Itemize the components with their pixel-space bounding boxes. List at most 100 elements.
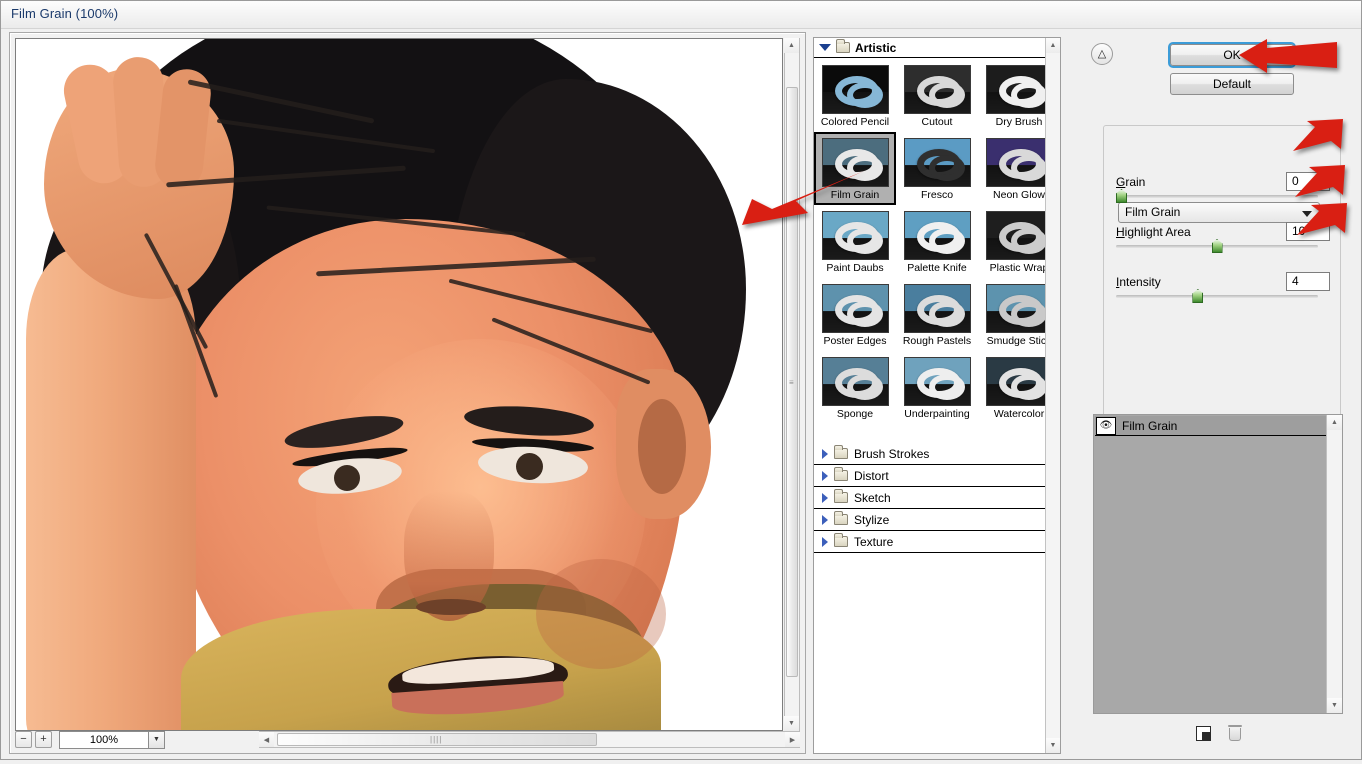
- collapse-panel-button[interactable]: △: [1091, 43, 1113, 65]
- category-label: Distort: [854, 469, 889, 483]
- gallery-vertical-scrollbar[interactable]: ▲ ▼: [1045, 38, 1060, 753]
- zoom-in-button[interactable]: +: [35, 731, 52, 748]
- param-slider-knob[interactable]: [1116, 189, 1127, 203]
- folder-open-icon: [836, 42, 850, 53]
- preview-image[interactable]: [15, 38, 783, 731]
- trash-icon[interactable]: [1229, 728, 1241, 741]
- filter-thumb-label: Poster Edges: [823, 336, 886, 347]
- zoom-controls: − + 100% ▼: [15, 730, 255, 749]
- filter-thumbnail-grid: Colored PencilCutoutDry BrushFilm GrainF…: [814, 59, 1060, 443]
- preview-horizontal-scrollbar[interactable]: ◀ |||| ▶: [259, 731, 800, 748]
- folder-icon: [834, 448, 848, 459]
- category-label: Sketch: [854, 491, 891, 505]
- category-header-artistic[interactable]: Artistic: [814, 38, 1060, 58]
- param-slider-track[interactable]: [1116, 295, 1318, 298]
- filter-thumb-label: Paint Daubs: [826, 263, 883, 274]
- annotation-arrow-intensity: [1297, 203, 1362, 251]
- filter-thumb-palette-knife[interactable]: Palette Knife: [896, 205, 978, 278]
- preview-hscroll-thumb[interactable]: ||||: [277, 733, 597, 746]
- chevron-right-icon[interactable]: [822, 493, 828, 503]
- filter-thumb-fresco[interactable]: Fresco: [896, 132, 978, 205]
- chevron-right-icon[interactable]: [822, 449, 828, 459]
- scroll-right-arrow-icon[interactable]: ▶: [785, 732, 800, 747]
- category-label: Brush Strokes: [854, 447, 929, 461]
- filter-thumb-image: [904, 357, 971, 406]
- filter-thumb-label: Rough Pastels: [903, 336, 971, 347]
- filter-gallery-panel: Artistic Colored PencilCutoutDry BrushFi…: [813, 37, 1061, 754]
- filter-thumb-image: [986, 65, 1053, 114]
- chevron-right-icon[interactable]: [822, 515, 828, 525]
- filter-thumb-sponge[interactable]: Sponge: [814, 351, 896, 424]
- category-row-distort[interactable]: Distort: [814, 465, 1060, 487]
- effect-layer-label: Film Grain: [1122, 419, 1177, 433]
- scroll-up-arrow-icon[interactable]: ▲: [784, 38, 799, 53]
- scroll-left-arrow-icon[interactable]: ◀: [259, 732, 274, 747]
- chevron-right-icon[interactable]: [822, 537, 828, 547]
- filter-thumb-image: [904, 211, 971, 260]
- filter-thumb-label: Palette Knife: [907, 263, 967, 274]
- title-bar: Film Grain (100%): [1, 1, 1361, 29]
- filter-thumb-image: [986, 284, 1053, 333]
- selected-filter-label: Film Grain: [1125, 205, 1180, 219]
- param-slider-knob[interactable]: [1212, 239, 1223, 253]
- filter-thumb-label: Plastic Wrap: [990, 263, 1049, 274]
- folder-icon: [834, 536, 848, 547]
- zoom-level-value[interactable]: 100%: [59, 731, 149, 749]
- category-row-sketch[interactable]: Sketch: [814, 487, 1060, 509]
- param-slider-track[interactable]: [1116, 195, 1318, 198]
- param-value-field[interactable]: 4: [1286, 272, 1330, 291]
- param-intensity: Intensity4: [1116, 275, 1330, 289]
- gallery-scroll-down-arrow-icon[interactable]: ▼: [1046, 738, 1060, 753]
- new-effect-layer-icon[interactable]: [1196, 726, 1211, 741]
- chevron-right-icon[interactable]: [822, 471, 828, 481]
- param-slider-track[interactable]: [1116, 245, 1318, 248]
- zoom-out-button[interactable]: −: [15, 731, 32, 748]
- filter-thumb-image: [822, 284, 889, 333]
- eye-icon: 👁: [1100, 420, 1113, 431]
- annotation-arrow-grain: [1293, 119, 1362, 167]
- filter-thumb-poster-edges[interactable]: Poster Edges: [814, 278, 896, 351]
- filter-gallery-window: Film Grain (100%): [0, 0, 1362, 764]
- preview-pane: ▲ ≡ ▼ ◀ |||| ▶ − + 100% ▼: [9, 32, 806, 754]
- filter-thumb-label: Dry Brush: [996, 117, 1043, 128]
- filter-thumb-image: [904, 284, 971, 333]
- filter-thumb-rough-pastels[interactable]: Rough Pastels: [896, 278, 978, 351]
- annotation-arrow-ok: [1239, 37, 1339, 77]
- folder-icon: [834, 514, 848, 525]
- category-row-stylize[interactable]: Stylize: [814, 509, 1060, 531]
- filter-thumb-label: Cutout: [922, 117, 953, 128]
- layers-scroll-up-arrow-icon[interactable]: ▲: [1327, 415, 1342, 430]
- filter-select-dropdown[interactable]: Film Grain: [1118, 202, 1320, 223]
- chevron-down-icon[interactable]: ▼: [148, 731, 165, 749]
- gallery-scroll-up-arrow-icon[interactable]: ▲: [1046, 38, 1060, 53]
- param-slider-knob[interactable]: [1192, 289, 1203, 303]
- collapsed-category-list: Brush Strokes Distort Sketch Stylize Texture: [814, 443, 1060, 553]
- filter-thumb-label: Fresco: [921, 190, 953, 201]
- double-chevron-up-icon: △: [1098, 48, 1106, 60]
- filter-thumb-image: [822, 357, 889, 406]
- category-row-texture[interactable]: Texture: [814, 531, 1060, 553]
- filter-thumb-label: Watercolor: [994, 409, 1044, 420]
- filter-thumb-label: Neon Glow: [993, 190, 1045, 201]
- category-label: Texture: [854, 535, 893, 549]
- preview-artwork: [16, 39, 782, 730]
- preview-vertical-scrollbar[interactable]: ▲ ≡ ▼: [784, 38, 800, 731]
- visibility-toggle[interactable]: 👁: [1096, 417, 1116, 435]
- category-row-brush-strokes[interactable]: Brush Strokes: [814, 443, 1060, 465]
- chevron-down-icon[interactable]: [819, 44, 831, 51]
- filter-thumb-colored-pencil[interactable]: Colored Pencil: [814, 59, 896, 132]
- layers-vertical-scrollbar[interactable]: ▲ ▼: [1326, 415, 1342, 713]
- filter-thumb-image: [904, 65, 971, 114]
- effect-layers-panel: 👁 Film Grain ▲ ▼: [1093, 414, 1343, 714]
- folder-icon: [834, 492, 848, 503]
- filter-thumb-image: [822, 65, 889, 114]
- filter-thumb-cutout[interactable]: Cutout: [896, 59, 978, 132]
- scroll-down-arrow-icon[interactable]: ▼: [784, 716, 799, 731]
- filter-thumb-underpainting[interactable]: Underpainting: [896, 351, 978, 424]
- filter-thumb-label: Sponge: [837, 409, 873, 420]
- category-label: Stylize: [854, 513, 889, 527]
- window-title: Film Grain (100%): [11, 6, 118, 21]
- effect-layer-row[interactable]: 👁 Film Grain: [1095, 416, 1326, 436]
- layers-scroll-down-arrow-icon[interactable]: ▼: [1327, 698, 1342, 713]
- folder-icon: [834, 470, 848, 481]
